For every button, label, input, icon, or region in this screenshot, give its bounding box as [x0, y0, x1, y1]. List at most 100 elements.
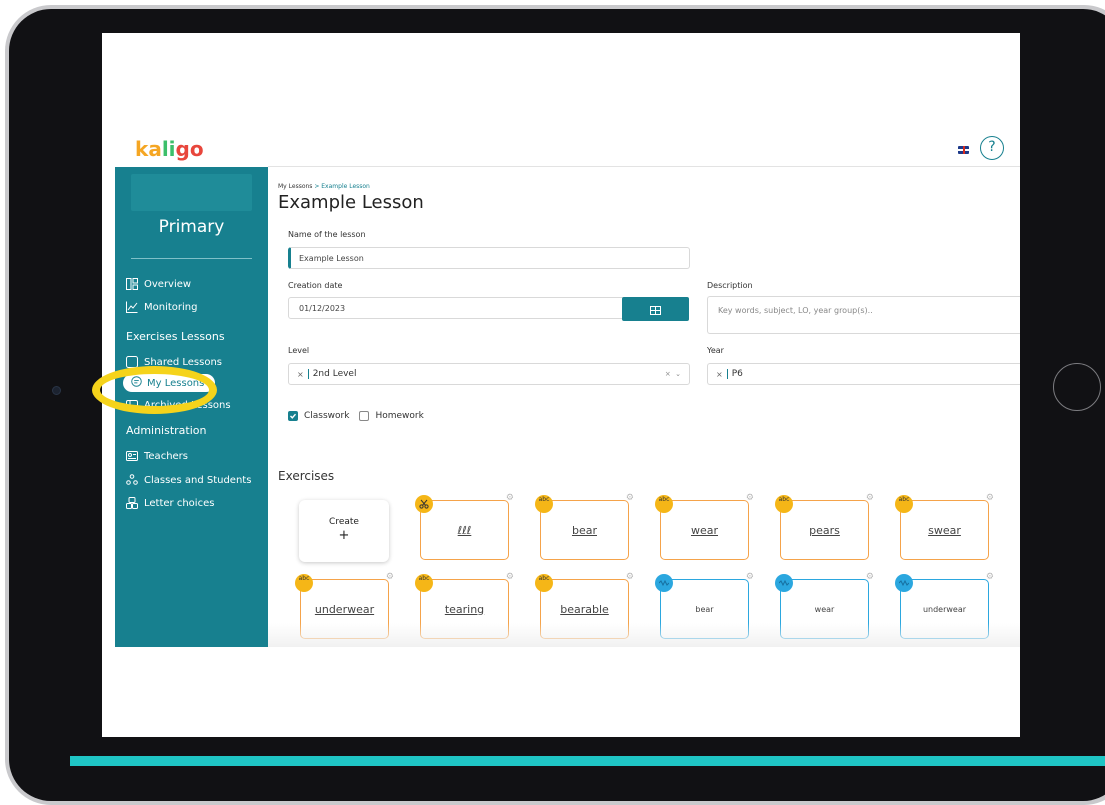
level-select[interactable]: × 2nd Level × ⌄	[288, 363, 690, 385]
sidebar-item-label: Classes and Students	[144, 474, 252, 486]
assignment-type-checkboxes: Classwork Homework	[288, 411, 424, 421]
exercise-card-label: wear	[814, 604, 835, 614]
year-tag-label: P6	[731, 369, 743, 379]
breadcrumb-current[interactable]: Example Lesson	[321, 183, 370, 190]
homework-label: Homework	[375, 411, 424, 421]
sidebar-item-letter-choices[interactable]: Letter choices	[126, 495, 214, 511]
remove-year-icon[interactable]: ×	[716, 370, 723, 379]
exercise-card-label: pears	[809, 523, 840, 537]
gear-icon[interactable]: ⚙	[866, 572, 874, 582]
highlight-circle-annotation	[92, 366, 217, 414]
calendar-icon	[650, 300, 661, 319]
gear-icon[interactable]: ⚙	[506, 572, 514, 582]
home-button[interactable]	[1053, 363, 1101, 411]
abc-badge-icon: abc	[775, 495, 793, 513]
school-name: Primary	[158, 217, 225, 237]
listen-badge-icon	[655, 574, 673, 592]
school-logo	[131, 174, 252, 211]
logo-letter: o	[189, 137, 204, 161]
gear-icon[interactable]: ⚙	[506, 493, 514, 503]
layout-icon	[126, 278, 138, 290]
sidebar-item-overview[interactable]: Overview	[126, 276, 191, 292]
creation-date-field[interactable]: 01/12/2023	[288, 297, 628, 319]
logo-letter: g	[175, 137, 190, 161]
sidebar-item-monitoring[interactable]: Monitoring	[126, 299, 197, 315]
exercise-card-label: tearing	[444, 602, 485, 616]
gear-icon[interactable]: ⚙	[746, 572, 754, 582]
creation-date-value: 01/12/2023	[299, 303, 346, 313]
classwork-checkbox[interactable]	[288, 411, 298, 421]
level-tag[interactable]: × 2nd Level	[297, 369, 356, 379]
lesson-name-label: Name of the lesson	[288, 230, 366, 239]
breadcrumb-root[interactable]: My Lessons	[278, 183, 312, 190]
scissors-badge-icon	[415, 495, 433, 513]
gear-icon[interactable]: ⚙	[986, 572, 994, 582]
logo-letter: a	[148, 137, 162, 161]
exercise-card[interactable]: abc ⚙ wear	[655, 493, 754, 560]
exercises-title: Exercises	[278, 469, 335, 483]
uk-flag-icon[interactable]	[958, 146, 969, 154]
logo-letter: l	[161, 137, 169, 161]
remove-level-icon[interactable]: ×	[297, 370, 304, 379]
sidebar-section-administration: Administration	[126, 424, 207, 437]
id-card-icon	[126, 450, 138, 462]
calendar-button[interactable]	[622, 297, 689, 321]
abc-badge-icon: abc	[895, 495, 913, 513]
gear-icon[interactable]: ⚙	[866, 493, 874, 503]
abc-badge-icon: abc	[535, 495, 553, 513]
exercise-card[interactable]: abc ⚙ bear	[535, 493, 634, 560]
year-select[interactable]: × P6	[707, 363, 1020, 385]
gear-icon[interactable]: ⚙	[986, 493, 994, 503]
page-title: Example Lesson	[278, 192, 424, 213]
classwork-label: Classwork	[304, 411, 350, 421]
help-icon[interactable]: ?	[980, 136, 1004, 160]
sidebar-item-label: Letter choices	[144, 497, 215, 509]
level-tag-label: 2nd Level	[312, 369, 357, 379]
homework-checkbox[interactable]	[359, 411, 370, 421]
exercise-card-label: underwear	[314, 602, 375, 616]
exercise-card[interactable]: ⚙ ℓℓℓ	[415, 493, 514, 560]
logo-letter: k	[135, 137, 149, 161]
lesson-name-field[interactable]: Example Lesson	[288, 247, 690, 269]
exercise-card[interactable]: abc ⚙ pears	[775, 493, 874, 560]
lesson-name-value: Example Lesson	[299, 253, 364, 263]
camera-icon	[52, 386, 61, 395]
description-label: Description	[707, 281, 753, 290]
exercise-card-label: bear	[571, 523, 597, 537]
sidebar-item-label: Teachers	[144, 450, 188, 462]
exercise-card-label: swear	[928, 523, 961, 537]
logo-letter: i	[168, 137, 176, 161]
exercise-card[interactable]: abc ⚙ swear	[895, 493, 994, 560]
gear-icon[interactable]: ⚙	[746, 493, 754, 503]
bottom-accent-bar	[70, 756, 1105, 766]
sidebar-divider	[131, 258, 252, 259]
tag-divider	[726, 369, 728, 379]
exercise-card-label: bearable	[560, 602, 609, 616]
letters-icon	[126, 497, 138, 509]
create-exercise-button[interactable]: Create +	[299, 500, 389, 562]
exercise-card-label: ℓℓℓ	[457, 523, 472, 537]
description-field[interactable]: Key words, subject, LO, year group(s)..	[707, 296, 1020, 334]
tag-divider	[307, 369, 309, 379]
header-divider	[268, 166, 1020, 167]
creation-date-label: Creation date	[288, 281, 343, 290]
sidebar-item-classes-students[interactable]: Classes and Students	[126, 472, 251, 488]
exercise-card-label: underwear	[922, 604, 967, 614]
abc-badge-icon: abc	[655, 495, 673, 513]
sidebar-section-exercises: Exercises Lessons	[126, 330, 225, 343]
kaligo-logo[interactable]: kaligo	[135, 137, 204, 161]
year-label: Year	[707, 346, 724, 355]
users-icon	[126, 474, 138, 486]
sidebar-item-teachers[interactable]: Teachers	[126, 448, 188, 464]
breadcrumb-separator: >	[312, 183, 322, 190]
exercise-card-label: wear	[690, 523, 719, 537]
scroll-fade	[268, 623, 1020, 647]
clear-and-dropdown-icon[interactable]: × ⌄	[665, 370, 681, 378]
tablet-frame: kaligo ? Primary Overview Monitoring Exe…	[0, 0, 1105, 805]
gear-icon[interactable]: ⚙	[626, 493, 634, 503]
year-tag[interactable]: × P6	[716, 369, 743, 379]
description-placeholder: Key words, subject, LO, year group(s)..	[718, 306, 873, 315]
gear-icon[interactable]: ⚙	[386, 572, 394, 582]
gear-icon[interactable]: ⚙	[626, 572, 634, 582]
abc-badge-icon: abc	[415, 574, 433, 592]
